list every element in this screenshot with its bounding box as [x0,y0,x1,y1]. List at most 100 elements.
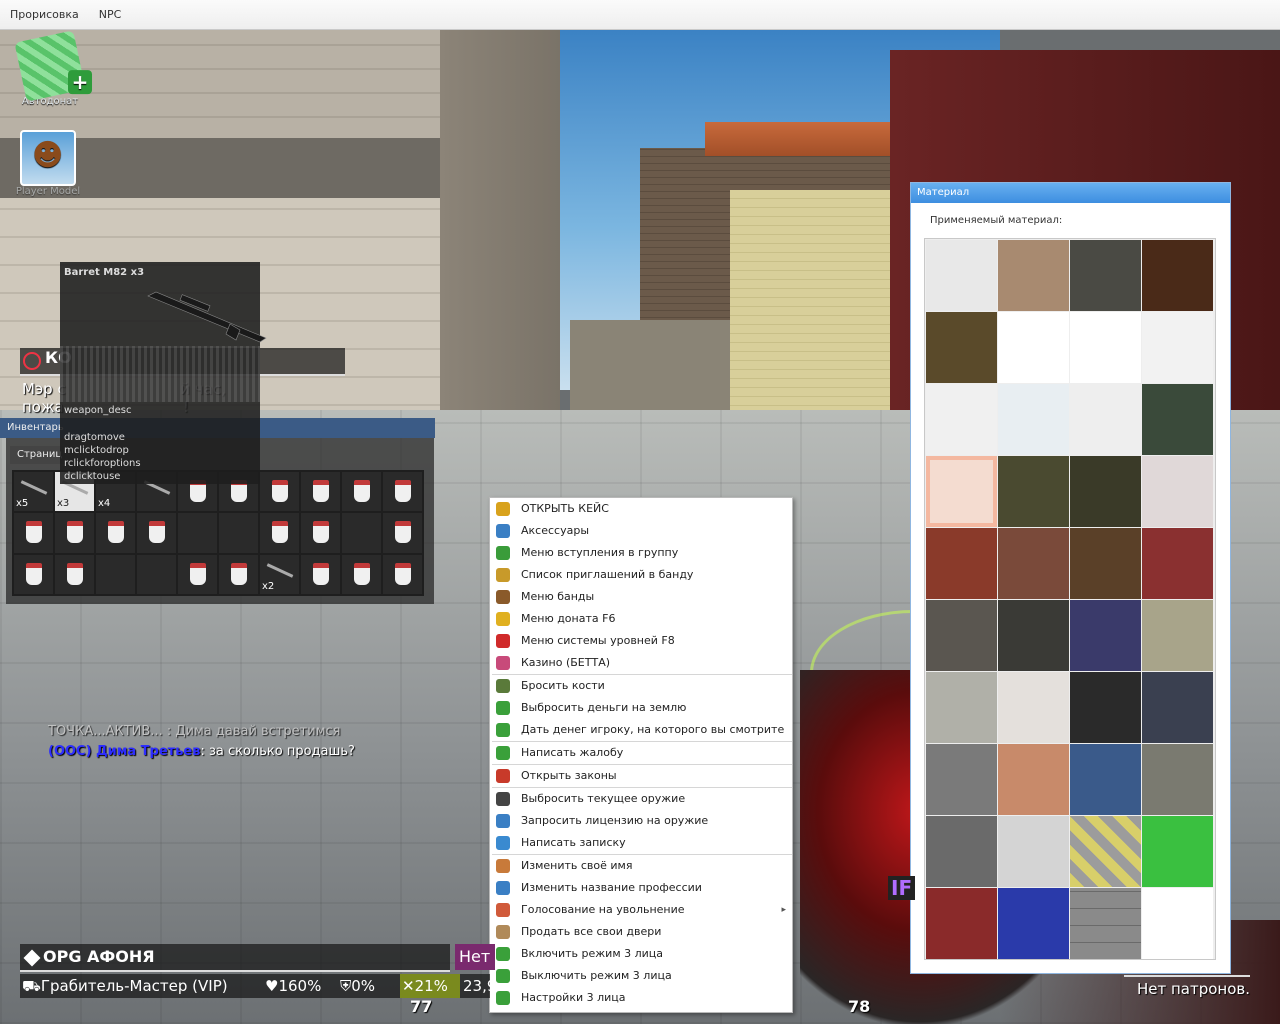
inventory-slot[interactable] [219,554,258,594]
material-swatch[interactable] [1142,600,1213,671]
inventory-slot[interactable] [342,513,381,553]
tooltip-hint: dclicktouse [64,471,121,482]
context-menu-item[interactable]: Аксессуары [490,520,792,542]
material-swatch[interactable] [926,744,997,815]
context-menu-item[interactable]: Запросить лицензию на оружие [490,810,792,832]
material-swatch[interactable] [926,456,997,527]
material-swatch[interactable] [1070,240,1141,311]
context-menu-item[interactable]: Меню доната F6 [490,608,792,630]
context-menu-item[interactable]: Бросить кости [490,675,792,697]
material-swatch[interactable] [998,888,1069,959]
inventory-slot[interactable] [219,513,258,553]
material-swatch[interactable] [998,600,1069,671]
material-swatch[interactable] [1070,600,1141,671]
inventory-slot[interactable] [301,513,340,553]
inventory-slot[interactable] [383,513,422,553]
inventory-slot[interactable] [383,472,422,512]
inventory-slot[interactable] [137,554,176,594]
material-swatch[interactable] [998,744,1069,815]
inventory-slot[interactable] [260,472,299,512]
inventory-slot[interactable] [96,554,135,594]
material-swatch[interactable] [1070,744,1141,815]
context-menu-item[interactable]: Казино (БЕТТА) [490,652,792,674]
context-menu-label: ОТКРЫТЬ КЕЙС [521,502,609,515]
context-menu-item[interactable]: Открыть законы [490,765,792,787]
inventory-slot[interactable] [14,513,53,553]
material-swatch[interactable] [998,456,1069,527]
material-swatch[interactable] [998,312,1069,383]
inventory-slot[interactable] [301,554,340,594]
cup-icon [272,521,288,544]
material-swatch[interactable] [926,528,997,599]
material-swatch[interactable] [926,312,997,383]
context-menu-item[interactable]: Написать жалобу [490,742,792,764]
inventory-slot[interactable] [301,472,340,512]
context-menu-item[interactable]: Меню вступления в группу [490,542,792,564]
context-menu-item[interactable]: Выбросить деньги на землю [490,697,792,719]
door-icon [496,925,510,939]
context-menu-item[interactable]: Выбросить текущее оружие [490,788,792,810]
context-menu-item[interactable]: Включить режим 3 лица [490,943,792,965]
material-swatch[interactable] [1142,240,1213,311]
material-swatch[interactable] [998,384,1069,455]
inventory-slot[interactable] [55,554,94,594]
context-menu-item[interactable]: Меню банды [490,586,792,608]
inventory-slot[interactable]: x5 [14,472,53,512]
inventory-slot[interactable] [55,513,94,553]
material-swatch[interactable] [998,672,1069,743]
material-swatch[interactable] [1142,816,1213,887]
inventory-slot[interactable]: x2 [260,554,299,594]
context-menu-item[interactable]: Изменить название профессии [490,877,792,899]
inventory-page-tab[interactable]: Страниц [10,446,65,464]
inventory-slot[interactable] [342,472,381,512]
material-swatch[interactable] [998,528,1069,599]
context-menu-item[interactable]: Продать все свои двери [490,921,792,943]
inventory-slot[interactable] [178,513,217,553]
material-swatch[interactable] [1070,312,1141,383]
material-swatch[interactable] [1142,384,1213,455]
material-swatch[interactable] [1070,888,1141,959]
material-panel: Материал Применяемый материал: [910,182,1231,974]
material-panel-title[interactable]: Материал [911,183,1230,203]
material-swatch[interactable] [1070,528,1141,599]
material-swatch[interactable] [926,240,997,311]
context-menu-item[interactable]: ОТКРЫТЬ КЕЙС [490,498,792,520]
material-swatch[interactable] [1070,672,1141,743]
context-menu-item[interactable]: Дать денег игроку, на которого вы смотри… [490,719,792,741]
material-swatch[interactable] [1142,528,1213,599]
context-menu-item[interactable]: Настройки 3 лица [490,987,792,1009]
menu-npc[interactable]: NPC [89,8,132,21]
context-menu-item[interactable]: Голосование на увольнение ▸ [490,899,792,921]
inventory-slot[interactable] [178,554,217,594]
inventory-slot[interactable] [96,513,135,553]
context-menu-item[interactable]: Меню системы уровней F8 [490,630,792,652]
inventory-slot[interactable] [342,554,381,594]
material-swatch[interactable] [926,672,997,743]
material-swatch[interactable] [1142,672,1213,743]
inventory-slot[interactable] [14,554,53,594]
material-swatch[interactable] [926,816,997,887]
material-swatch[interactable] [1142,888,1213,959]
material-swatch[interactable] [998,240,1069,311]
material-swatch[interactable] [1070,384,1141,455]
material-swatch[interactable] [998,816,1069,887]
material-swatch[interactable] [1142,312,1213,383]
context-menu-item[interactable]: Изменить своё имя [490,855,792,877]
sniper-rifle-icon [147,291,267,343]
context-menu-item[interactable]: Список приглашений в банду [490,564,792,586]
inventory-slot[interactable] [383,554,422,594]
material-swatch[interactable] [926,600,997,671]
material-swatch[interactable] [1070,816,1141,887]
material-swatch[interactable] [1070,456,1141,527]
inventory-slot[interactable] [137,513,176,553]
material-swatch[interactable] [926,888,997,959]
context-menu-item[interactable]: Написать записку [490,832,792,854]
material-swatch[interactable] [1142,744,1213,815]
context-menu-item[interactable]: Выключить режим 3 лица [490,965,792,987]
player-model-button[interactable]: ☻ Player Model [10,130,86,197]
menu-rendering[interactable]: Прорисовка [0,8,89,21]
autodonat-button[interactable]: + Автодонат [10,30,93,107]
material-swatch[interactable] [1142,456,1213,527]
inventory-slot[interactable] [260,513,299,553]
material-swatch[interactable] [926,384,997,455]
